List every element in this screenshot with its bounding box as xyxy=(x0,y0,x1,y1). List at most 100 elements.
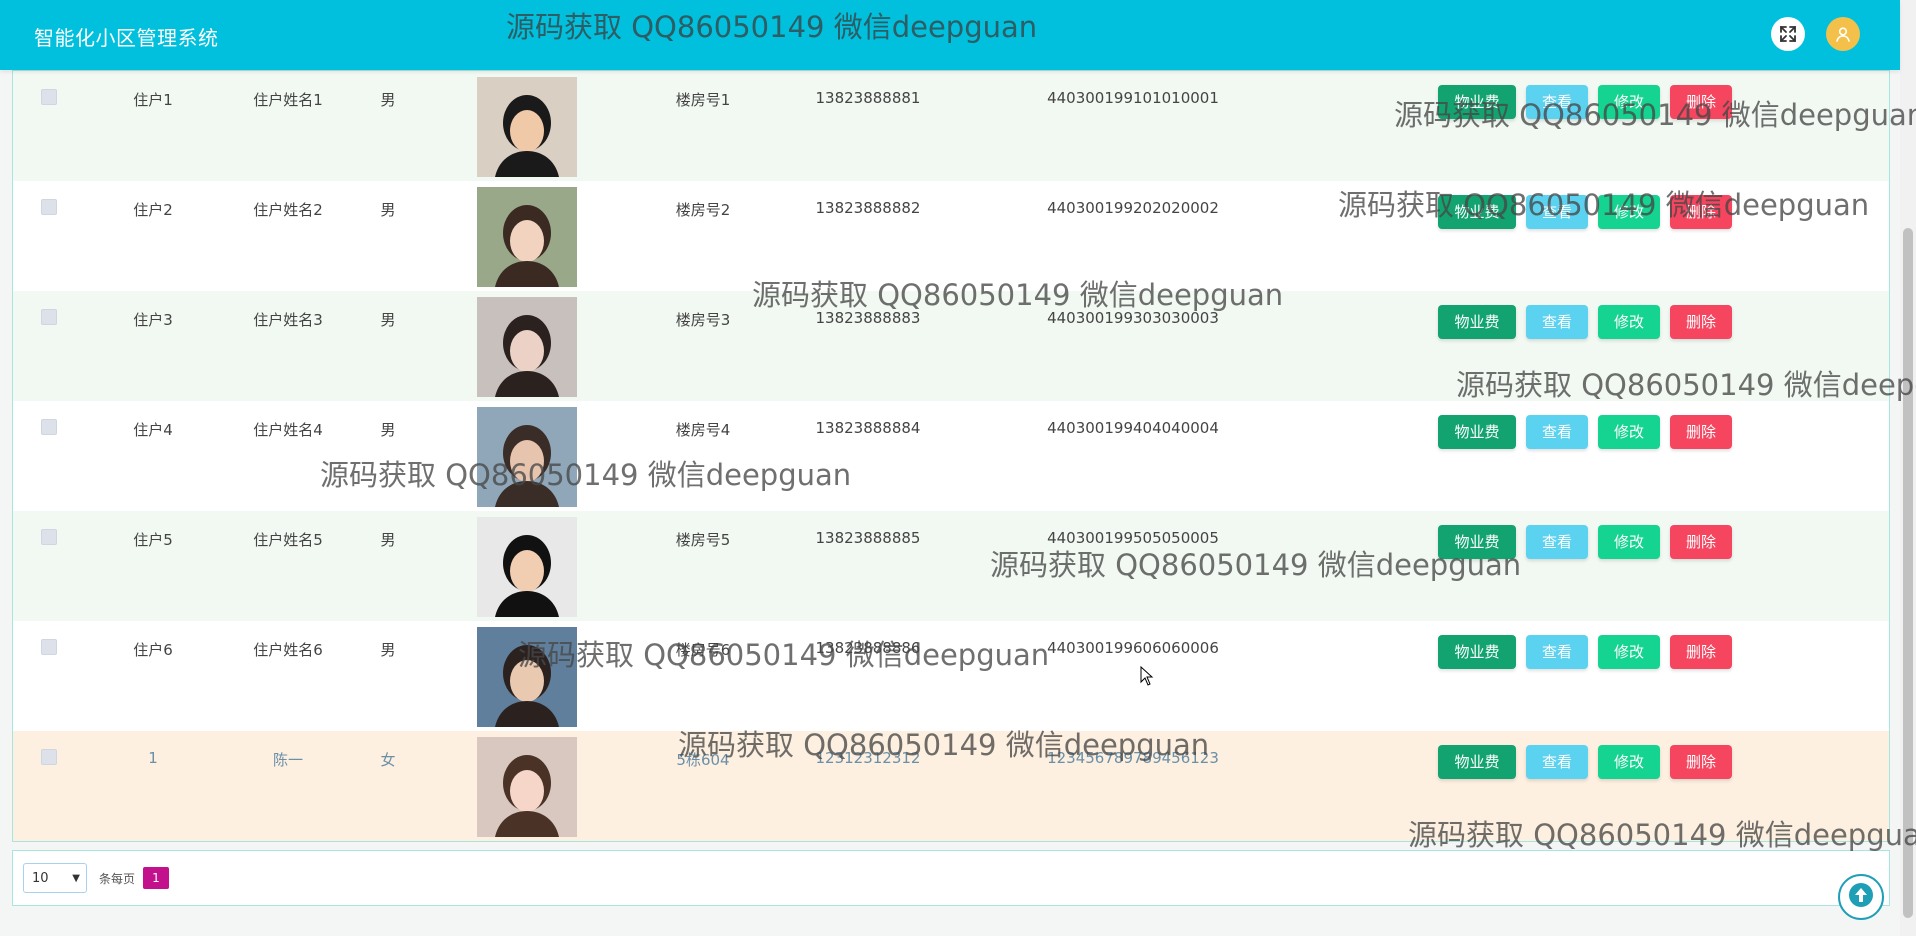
resident-photo xyxy=(477,627,577,727)
phone-number: 13823888883 xyxy=(815,309,921,327)
resident-name: 住户姓名6 xyxy=(253,641,323,659)
resident-gender: 男 xyxy=(380,311,396,329)
edit-button[interactable]: 修改 xyxy=(1598,195,1660,229)
resident-gender: 男 xyxy=(380,91,396,109)
table-row: 住户2 住户姓名2 男 楼房号2 13823888882 4403001992020200… xyxy=(13,181,1889,291)
delete-button[interactable]: 删除 xyxy=(1670,305,1732,339)
edit-button[interactable]: 修改 xyxy=(1598,635,1660,669)
phone-number: 13823888885 xyxy=(815,529,921,547)
pagination-bar: 10 ▼ 条每页 1 xyxy=(12,850,1890,906)
table-row: 1 陈一 女 5栋604 12312312312 123456789789456123 物业… xyxy=(13,731,1889,841)
fullscreen-icon xyxy=(1779,25,1797,43)
edit-button[interactable]: 修改 xyxy=(1598,305,1660,339)
building-number: 楼房号2 xyxy=(675,201,731,219)
view-button[interactable]: 查看 xyxy=(1526,415,1588,449)
delete-button[interactable]: 删除 xyxy=(1670,635,1732,669)
resident-photo xyxy=(477,407,577,507)
property-fee-button[interactable]: 物业费 xyxy=(1438,415,1516,449)
resident-photo xyxy=(477,187,577,287)
building-number: 5栋604 xyxy=(676,751,730,769)
back-to-top-button[interactable] xyxy=(1838,874,1884,920)
resident-name: 住户姓名1 xyxy=(253,91,323,109)
resident-name: 住户姓名3 xyxy=(253,311,323,329)
table-row: 住户3 住户姓名3 男 楼房号3 13823888883 4403001993030300… xyxy=(13,291,1889,401)
delete-button[interactable]: 删除 xyxy=(1670,85,1732,119)
edit-button[interactable]: 修改 xyxy=(1598,745,1660,779)
top-header: 智能化小区管理系统 xyxy=(0,0,1900,70)
user-avatar-icon xyxy=(1834,25,1852,43)
resident-name: 陈一 xyxy=(272,751,303,769)
app-title: 智能化小区管理系统 xyxy=(34,26,219,50)
resident-id: 住户4 xyxy=(133,421,173,439)
resident-gender: 男 xyxy=(380,531,396,549)
row-checkbox[interactable] xyxy=(41,419,57,435)
row-checkbox[interactable] xyxy=(41,639,57,655)
id-card-number: 440300199101010001 xyxy=(1047,89,1219,107)
resident-id: 住户1 xyxy=(133,91,173,109)
edit-button[interactable]: 修改 xyxy=(1598,525,1660,559)
property-fee-button[interactable]: 物业费 xyxy=(1438,195,1516,229)
resident-name: 住户姓名2 xyxy=(253,201,323,219)
table-row: 住户1 住户姓名1 男 楼房号1 13823888881 4403001991010100… xyxy=(13,71,1889,181)
row-checkbox[interactable] xyxy=(41,199,57,215)
view-button[interactable]: 查看 xyxy=(1526,305,1588,339)
view-button[interactable]: 查看 xyxy=(1526,195,1588,229)
phone-number: 13823888881 xyxy=(815,89,921,107)
building-number: 楼房号1 xyxy=(675,91,731,109)
table-row: 住户6 住户姓名6 男 楼房号6 13823888886 4403001996060600… xyxy=(13,621,1889,731)
resident-name: 住户姓名5 xyxy=(253,531,323,549)
resident-id: 住户5 xyxy=(133,531,173,549)
id-card-number: 440300199202020002 xyxy=(1047,199,1219,217)
delete-button[interactable]: 删除 xyxy=(1670,525,1732,559)
table-row: 住户4 住户姓名4 男 楼房号4 13823888884 4403001994040400… xyxy=(13,401,1889,511)
page-size-value: 10 xyxy=(32,871,49,886)
fullscreen-button[interactable] xyxy=(1771,17,1805,51)
resident-gender: 女 xyxy=(380,751,396,769)
resident-photo xyxy=(477,77,577,177)
edit-button[interactable]: 修改 xyxy=(1598,415,1660,449)
delete-button[interactable]: 删除 xyxy=(1670,195,1732,229)
row-checkbox[interactable] xyxy=(41,309,57,325)
id-card-number: 440300199606060006 xyxy=(1047,639,1219,657)
property-fee-button[interactable]: 物业费 xyxy=(1438,745,1516,779)
edit-button[interactable]: 修改 xyxy=(1598,85,1660,119)
building-number: 楼房号5 xyxy=(675,531,731,549)
scrollbar-thumb[interactable] xyxy=(1903,228,1913,918)
delete-button[interactable]: 删除 xyxy=(1670,415,1732,449)
resident-table: 住户1 住户姓名1 男 楼房号1 13823888881 4403001991010100… xyxy=(12,70,1890,842)
row-checkbox[interactable] xyxy=(41,89,57,105)
property-fee-button[interactable]: 物业费 xyxy=(1438,635,1516,669)
resident-photo xyxy=(477,297,577,397)
resident-photo xyxy=(477,517,577,617)
building-number: 楼房号6 xyxy=(675,641,731,659)
resident-id: 住户6 xyxy=(133,641,173,659)
property-fee-button[interactable]: 物业费 xyxy=(1438,305,1516,339)
phone-number: 13823888886 xyxy=(815,639,921,657)
page-size-select[interactable]: 10 ▼ xyxy=(23,863,87,893)
id-card-number: 440300199505050005 xyxy=(1047,529,1219,547)
id-card-number: 440300199303030003 xyxy=(1047,309,1219,327)
per-page-label: 条每页 xyxy=(99,872,136,886)
arrow-up-icon xyxy=(1846,880,1876,914)
user-avatar-button[interactable] xyxy=(1826,17,1860,51)
delete-button[interactable]: 删除 xyxy=(1670,745,1732,779)
resident-gender: 男 xyxy=(380,201,396,219)
row-checkbox[interactable] xyxy=(41,529,57,545)
view-button[interactable]: 查看 xyxy=(1526,635,1588,669)
resident-id: 住户3 xyxy=(133,311,173,329)
building-number: 楼房号4 xyxy=(675,421,731,439)
view-button[interactable]: 查看 xyxy=(1526,525,1588,559)
resident-gender: 男 xyxy=(380,421,396,439)
page-scrollbar[interactable] xyxy=(1900,0,1916,936)
page-number-current[interactable]: 1 xyxy=(143,867,169,889)
phone-number: 12312312312 xyxy=(815,749,921,767)
phone-number: 13823888884 xyxy=(815,419,921,437)
resident-name: 住户姓名4 xyxy=(253,421,323,439)
mouse-cursor-icon xyxy=(1140,665,1154,690)
property-fee-button[interactable]: 物业费 xyxy=(1438,85,1516,119)
property-fee-button[interactable]: 物业费 xyxy=(1438,525,1516,559)
resident-id: 1 xyxy=(148,749,158,767)
view-button[interactable]: 查看 xyxy=(1526,745,1588,779)
view-button[interactable]: 查看 xyxy=(1526,85,1588,119)
row-checkbox[interactable] xyxy=(41,749,57,765)
